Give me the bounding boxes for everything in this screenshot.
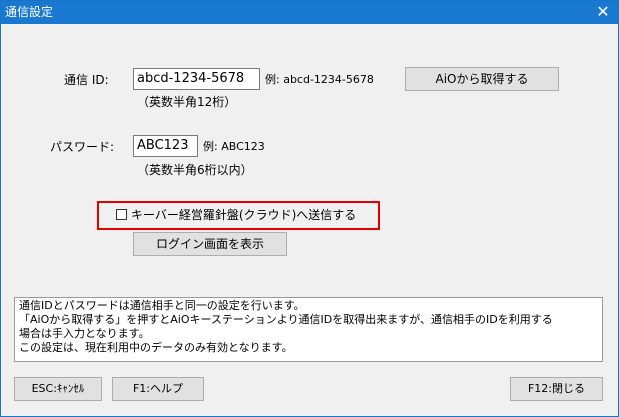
comm-id-input[interactable]: abcd-1234-5678 (133, 68, 260, 90)
fetch-from-aio-button[interactable]: AiOから取得する (405, 67, 559, 91)
cancel-button[interactable]: ESC:ｷｬﾝｾﾙ (14, 377, 102, 401)
info-line: この設定は、現在利用中のデータのみ有効となります。 (19, 341, 293, 354)
info-line: 通信IDとパスワードは通信相手と同一の設定を行います。 (19, 299, 305, 312)
password-label: パスワード: (50, 140, 115, 154)
password-input[interactable]: ABC123 (133, 135, 198, 157)
info-line: 「AiOから取得する」を押すとAiOキーステーションより通信IDを取得出来ますが… (19, 313, 553, 326)
help-button[interactable]: F1:ヘルプ (112, 377, 204, 401)
comm-id-hint: （英数半角12桁） (137, 95, 237, 109)
cloud-send-checkbox[interactable] (116, 209, 127, 220)
close-button[interactable]: F12:閉じる (510, 377, 603, 401)
info-line: 場合は手入力となります。 (19, 327, 150, 340)
window-title: 通信設定 (5, 5, 54, 19)
info-text-box: 通信IDとパスワードは通信相手と同一の設定を行います。 「AiOから取得する」を… (14, 297, 603, 362)
password-hint: （英数半角6桁以内） (137, 163, 253, 177)
close-icon[interactable]: ✕ (588, 1, 618, 24)
title-bar: 通信設定 ✕ (1, 1, 618, 24)
show-login-button[interactable]: ログイン画面を表示 (133, 232, 287, 256)
cloud-send-label[interactable]: キーバー経営羅針盤(クラウド)へ送信する (131, 208, 356, 222)
settings-window: 通信設定 ✕ 通信 ID: abcd-1234-5678 例: abcd-123… (0, 0, 619, 417)
comm-id-example: 例: abcd-1234-5678 (265, 73, 374, 86)
password-example: 例: ABC123 (203, 140, 265, 153)
comm-id-label: 通信 ID: (64, 73, 109, 87)
